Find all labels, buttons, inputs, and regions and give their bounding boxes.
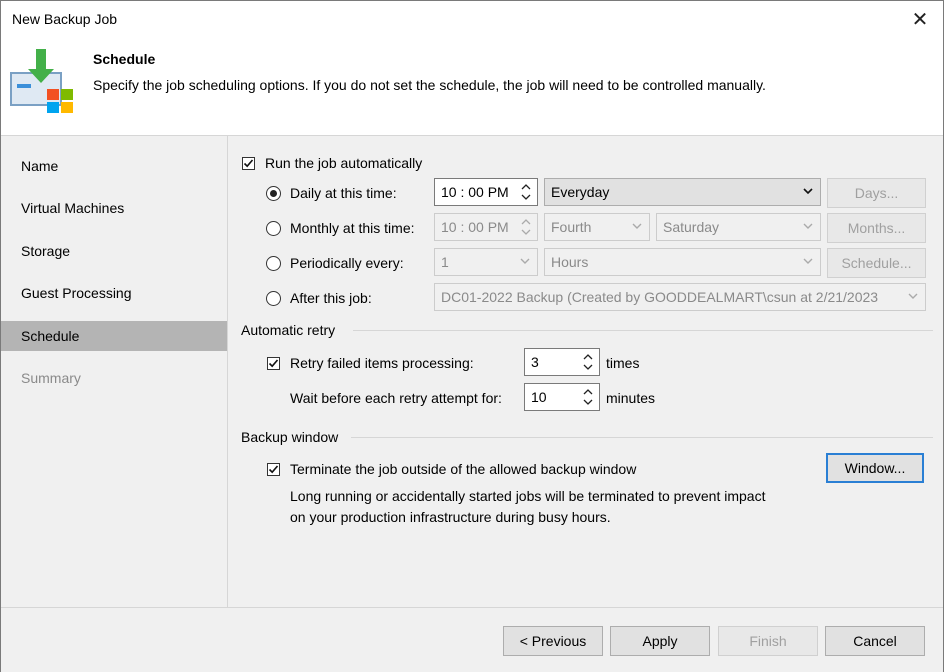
monthly-time-value: 10 : 00 PM [441, 219, 509, 235]
step-description: Specify the job scheduling options. If y… [93, 77, 766, 93]
section-divider [351, 437, 933, 438]
cancel-button[interactable]: Cancel [825, 626, 925, 656]
period-unit-select[interactable]: Hours [544, 248, 821, 276]
window-button[interactable]: Window... [826, 453, 924, 483]
sidebar-item-name[interactable]: Name [1, 151, 227, 181]
monthly-day-select[interactable]: Saturday [656, 213, 821, 241]
spinner-arrows-icon[interactable] [519, 180, 533, 204]
retry-count-stepper[interactable]: 3 [524, 348, 600, 376]
wizard-steps-sidebar: Name Virtual Machines Storage Guest Proc… [1, 136, 228, 607]
chevron-down-icon [520, 258, 530, 264]
apply-button[interactable]: Apply [610, 626, 710, 656]
title-bar: New Backup Job ✕ [1, 1, 943, 37]
backup-window-note-line2: on your production infrastructure during… [290, 509, 611, 525]
chevron-down-icon [632, 223, 642, 229]
sidebar-item-schedule[interactable]: Schedule [1, 321, 227, 351]
checkmark-icon [268, 359, 279, 368]
retry-unit-label: times [606, 355, 640, 371]
retry-failed-checkbox[interactable] [267, 357, 280, 370]
backup-window-note-line1: Long running or accidentally started job… [290, 488, 766, 504]
spinner-arrows-icon[interactable] [519, 215, 533, 239]
sidebar-item-virtual-machines[interactable]: Virtual Machines [1, 193, 227, 223]
monthly-week-value: Fourth [551, 219, 592, 235]
monthly-day-value: Saturday [663, 219, 720, 235]
after-job-value: DC01-2022 Backup (Created by GOODDEALMAR… [441, 289, 879, 305]
daily-frequency-value: Everyday [551, 184, 610, 200]
close-icon: ✕ [911, 8, 929, 31]
backup-window-heading: Backup window [241, 429, 339, 445]
daily-frequency-select[interactable]: Everyday [544, 178, 821, 206]
monthly-radio[interactable] [266, 221, 281, 236]
spinner-arrows-icon[interactable] [581, 385, 595, 409]
daily-radio[interactable] [266, 186, 281, 201]
wizard-footer: < Previous Apply Finish Cancel [1, 607, 943, 672]
after-job-select[interactable]: DC01-2022 Backup (Created by GOODDEALMAR… [434, 283, 926, 311]
sidebar-item-summary: Summary [21, 370, 81, 386]
section-divider [353, 330, 933, 331]
run-automatically-label: Run the job automatically [265, 155, 423, 171]
schedule-button[interactable]: Schedule... [827, 248, 926, 278]
chevron-down-icon [803, 258, 813, 264]
window-title: New Backup Job [12, 11, 118, 27]
schedule-settings-panel: Run the job automatically Daily at this … [228, 136, 943, 607]
run-automatically-checkbox[interactable] [242, 157, 255, 170]
wait-minutes-stepper[interactable]: 10 [524, 383, 600, 411]
wait-unit-label: minutes [606, 390, 656, 406]
sidebar-item-guest-processing[interactable]: Guest Processing [1, 278, 227, 308]
spinner-arrows-icon[interactable] [581, 350, 595, 374]
previous-button[interactable]: < Previous [503, 626, 603, 656]
monthly-label: Monthly at this time: [290, 220, 415, 236]
retry-count-value: 3 [531, 354, 539, 370]
period-value: 1 [441, 254, 449, 270]
sidebar-item-storage[interactable]: Storage [1, 236, 227, 266]
after-job-radio[interactable] [266, 291, 281, 306]
backup-job-wizard-icon [10, 49, 73, 113]
finish-button: Finish [718, 626, 818, 656]
days-button[interactable]: Days... [827, 178, 926, 208]
months-button[interactable]: Months... [827, 213, 926, 243]
periodically-label: Periodically every: [290, 255, 404, 271]
period-unit-value: Hours [551, 254, 589, 270]
monthly-week-select[interactable]: Fourth [544, 213, 650, 241]
wait-retry-label: Wait before each retry attempt for: [290, 390, 502, 406]
new-backup-job-dialog: New Backup Job ✕ Schedule Specify the jo… [0, 0, 944, 672]
periodically-radio[interactable] [266, 256, 281, 271]
after-job-label: After this job: [290, 290, 372, 306]
period-value-select[interactable]: 1 [434, 248, 538, 276]
retry-failed-label: Retry failed items processing: [290, 355, 474, 371]
wizard-header: Schedule Specify the job scheduling opti… [1, 37, 943, 136]
checkmark-icon [268, 465, 279, 474]
close-button[interactable]: ✕ [897, 1, 943, 37]
chevron-down-icon [803, 223, 813, 229]
chevron-down-icon [803, 188, 813, 195]
daily-label: Daily at this time: [290, 185, 397, 201]
chevron-down-icon [907, 284, 919, 310]
monthly-time-picker[interactable]: 10 : 00 PM [434, 213, 538, 241]
terminate-outside-window-label: Terminate the job outside of the allowed… [290, 461, 637, 477]
step-title: Schedule [93, 51, 156, 67]
daily-time-picker[interactable]: 10 : 00 PM [434, 178, 538, 206]
automatic-retry-heading: Automatic retry [241, 322, 336, 338]
wait-minutes-value: 10 [531, 389, 547, 405]
checkmark-icon [243, 159, 254, 168]
terminate-outside-window-checkbox[interactable] [267, 463, 280, 476]
daily-time-value: 10 : 00 PM [441, 184, 509, 200]
